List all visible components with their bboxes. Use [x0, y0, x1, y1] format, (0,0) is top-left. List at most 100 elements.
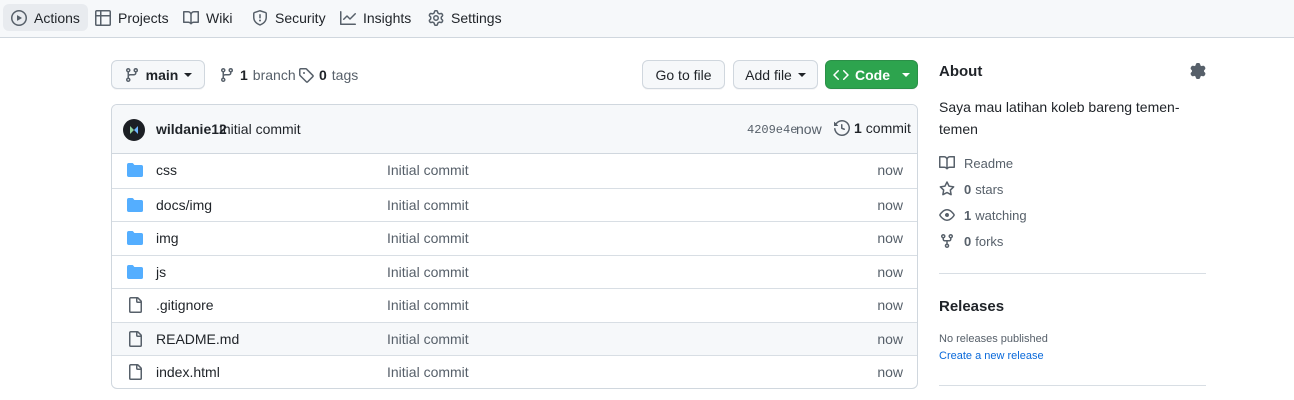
file-commit-message[interactable]: Initial commit	[387, 230, 469, 246]
avatar[interactable]	[123, 119, 145, 141]
book-icon	[939, 155, 955, 170]
stars-label: stars	[975, 181, 1004, 197]
tags-link[interactable]: 0 tags	[298, 67, 358, 83]
file-name[interactable]: docs/img	[156, 197, 212, 213]
releases-heading[interactable]: Releases	[939, 298, 1004, 315]
branch-name: main	[145, 66, 179, 83]
file-commit-time: now	[877, 364, 903, 380]
file-row[interactable]: img Initial commit now	[112, 221, 917, 254]
tab-security[interactable]: Security	[244, 4, 334, 31]
latest-commit-bar: wildanie12 Initial commit 4209e4e now 1 …	[112, 105, 917, 154]
create-release-link[interactable]: Create a new release	[939, 350, 1044, 362]
commit-sha[interactable]: 4209e4e	[747, 123, 797, 137]
file-commit-message[interactable]: Initial commit	[387, 264, 469, 280]
history-icon	[834, 120, 850, 136]
tab-label: Settings	[451, 9, 502, 26]
folder-icon	[127, 230, 143, 246]
folder-icon	[127, 162, 143, 178]
branch-count: 1	[240, 67, 248, 83]
file-commit-time: now	[877, 162, 903, 178]
tab-actions[interactable]: Actions	[3, 4, 88, 31]
caret-down-icon	[184, 72, 193, 77]
tab-projects[interactable]: Projects	[87, 4, 177, 31]
file-name[interactable]: img	[156, 230, 179, 246]
forks-label: forks	[975, 233, 1004, 249]
code-icon	[833, 69, 849, 80]
add-file-label: Add file	[745, 66, 792, 83]
commit-history-link[interactable]: 1 commit	[834, 120, 911, 136]
file-commit-message[interactable]: Initial commit	[387, 331, 469, 347]
file-row[interactable]: css Initial commit now	[112, 154, 917, 187]
sidebar-divider	[939, 273, 1206, 274]
star-icon	[939, 181, 955, 196]
file-row[interactable]: README.md Initial commit now	[112, 321, 917, 355]
commit-count: 1	[854, 120, 862, 136]
forks-link[interactable]: 0 forks	[939, 233, 1003, 249]
file-browser: wildanie12 Initial commit 4209e4e now 1 …	[111, 104, 918, 389]
add-file-button[interactable]: Add file	[733, 60, 818, 89]
file-commit-time: now	[877, 297, 903, 313]
file-commit-time: now	[877, 330, 903, 347]
tab-label: Security	[275, 9, 326, 26]
tab-settings[interactable]: Settings	[420, 4, 510, 31]
repo-nav: Actions Projects Wiki Security Insights …	[0, 0, 1294, 38]
tab-label: Insights	[363, 9, 412, 26]
forks-count: 0	[964, 233, 972, 249]
file-commit-time: now	[877, 230, 903, 246]
file-name[interactable]: css	[156, 162, 177, 178]
commit-message[interactable]: Initial commit	[219, 121, 301, 137]
git-branch-icon	[220, 68, 233, 83]
file-commit-message[interactable]: Initial commit	[387, 197, 469, 213]
file-row[interactable]: js Initial commit now	[112, 254, 917, 288]
commit-author[interactable]: wildanie12	[156, 121, 227, 137]
caret-down-icon	[797, 72, 806, 77]
gear-icon	[428, 9, 444, 26]
file-icon	[127, 364, 143, 380]
tag-count: 0	[319, 67, 327, 83]
tag-label: tags	[331, 67, 359, 83]
tag-icon	[299, 68, 314, 83]
file-name[interactable]: .gitignore	[156, 297, 214, 313]
code-label: Code	[855, 66, 890, 83]
readme-label: Readme	[964, 155, 1014, 171]
folder-icon	[127, 264, 143, 280]
tab-insights[interactable]: Insights	[332, 4, 419, 31]
branches-link[interactable]: 1 branch	[219, 67, 296, 83]
readme-link[interactable]: Readme	[939, 155, 1013, 171]
tab-label: Actions	[34, 9, 80, 26]
code-button[interactable]: Code	[825, 60, 918, 89]
file-icon	[127, 330, 143, 347]
file-commit-time: now	[877, 263, 903, 280]
file-name[interactable]: js	[156, 264, 166, 280]
tab-wiki[interactable]: Wiki	[175, 4, 240, 31]
file-row[interactable]: docs/img Initial commit now	[112, 187, 917, 221]
play-icon	[11, 9, 27, 26]
file-row[interactable]: .gitignore Initial commit now	[112, 288, 917, 321]
stars-link[interactable]: 0 stars	[939, 181, 1003, 197]
file-row[interactable]: index.html Initial commit now	[112, 355, 917, 388]
folder-icon	[127, 197, 143, 213]
file-commit-message[interactable]: Initial commit	[387, 297, 469, 313]
stars-count: 0	[964, 181, 972, 197]
watchers-link[interactable]: 1 watching	[939, 207, 1027, 223]
tab-label: Wiki	[206, 9, 233, 26]
watching-count: 1	[964, 207, 972, 223]
avatar-logo-icon	[130, 126, 138, 134]
about-description: Saya mau latihan koleb bareng temen-teme…	[939, 99, 1180, 137]
commit-count-label: commit	[865, 120, 911, 136]
branch-select-button[interactable]: main	[111, 60, 205, 89]
go-to-file-button[interactable]: Go to file	[642, 60, 725, 89]
file-commit-message[interactable]: Initial commit	[387, 364, 469, 380]
book-icon	[183, 10, 199, 24]
caret-down-icon	[902, 72, 910, 77]
file-icon	[127, 297, 143, 313]
file-commit-message[interactable]: Initial commit	[387, 162, 469, 178]
file-name[interactable]: index.html	[156, 364, 220, 380]
table-icon	[95, 9, 111, 26]
gear-icon[interactable]	[1190, 63, 1206, 79]
eye-icon	[939, 209, 955, 221]
watching-label: watching	[975, 207, 1027, 223]
file-name[interactable]: README.md	[156, 331, 239, 347]
commit-time: now	[796, 121, 822, 137]
sidebar-divider	[939, 385, 1206, 386]
